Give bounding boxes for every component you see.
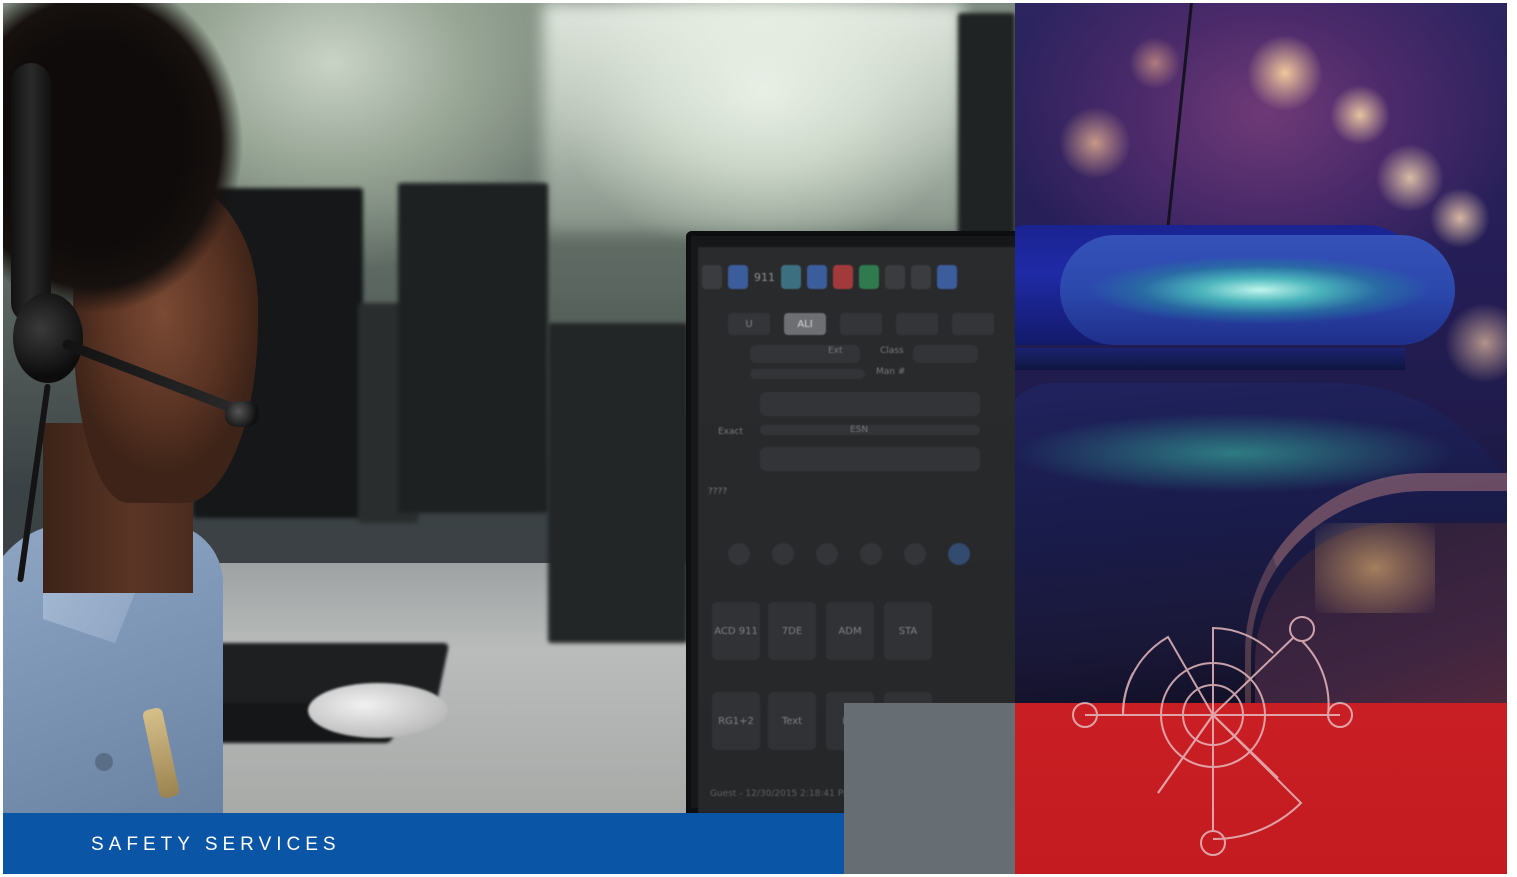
shirt-button [95, 753, 113, 771]
close-icon [904, 543, 926, 565]
cad-tab: U [728, 313, 770, 335]
cad-field [913, 345, 978, 363]
warm-light-glow [1315, 523, 1435, 613]
cad-tab [896, 313, 938, 335]
conference-icon [937, 265, 957, 289]
computer-mouse [308, 683, 448, 738]
cad-label: Man # [876, 367, 906, 377]
light-bar-mount [1015, 348, 1405, 370]
headset-earpiece [13, 293, 83, 383]
cad-label: Class [880, 346, 904, 356]
emblem-line-art-icon [1072, 616, 1353, 856]
cad-key: STA [884, 602, 932, 660]
cad-icon-row [728, 543, 970, 565]
cad-field [760, 425, 980, 435]
background-monitor [548, 323, 688, 643]
section-label: SAFETY SERVICES [91, 834, 341, 855]
hold-icon [885, 265, 905, 289]
map-pin-icon [840, 313, 882, 335]
antenna [1165, 3, 1193, 232]
light-bar-lens [1060, 235, 1455, 345]
call-icon [781, 265, 801, 289]
window-light [543, 3, 963, 233]
cad-tabs: U ALI [728, 313, 994, 335]
cad-label: ???? [708, 487, 728, 497]
answer-icon [859, 265, 879, 289]
phone-icon [728, 265, 748, 289]
cad-field [760, 447, 980, 471]
cad-field [760, 392, 980, 416]
cad-field [750, 345, 860, 363]
cad-toolbar: 911 [702, 261, 1026, 293]
check-icon [860, 543, 882, 565]
police-light-photo [1015, 3, 1507, 703]
background-monitor [958, 13, 1015, 243]
cad-key: 7DE [768, 602, 816, 660]
cad-toolbar-label: 911 [754, 270, 775, 284]
document-icon [952, 313, 994, 335]
dispatcher-photo: 911 U ALI Ext Class Man # Exact ESN ????… [3, 3, 1026, 823]
tool-icon [772, 543, 794, 565]
mute-icon [911, 265, 931, 289]
cad-key: ADM [826, 602, 874, 660]
cad-status: Guest - 12/30/2015 2:18:41 PM [710, 789, 851, 799]
hangup-icon [833, 265, 853, 289]
transfer-icon [807, 265, 827, 289]
cad-field [750, 369, 865, 379]
cad-key: RG1+2 [712, 692, 760, 750]
cad-label: Exact [718, 427, 744, 437]
cad-label: Ext [828, 346, 843, 356]
cad-label: ESN [850, 425, 869, 435]
filter-icon [816, 543, 838, 565]
cad-key: ACD 911 [712, 602, 760, 660]
search-icon [728, 543, 750, 565]
microphone-icon [225, 401, 259, 427]
tool-icon [702, 265, 722, 289]
headset-icon [11, 63, 51, 323]
chat-icon [948, 543, 970, 565]
cad-key: Text [768, 692, 816, 750]
hero-banner: 911 U ALI Ext Class Man # Exact ESN ????… [3, 3, 1507, 874]
background-monitor [398, 183, 548, 513]
gray-color-block [844, 703, 1015, 874]
cad-tab-active: ALI [784, 313, 826, 335]
